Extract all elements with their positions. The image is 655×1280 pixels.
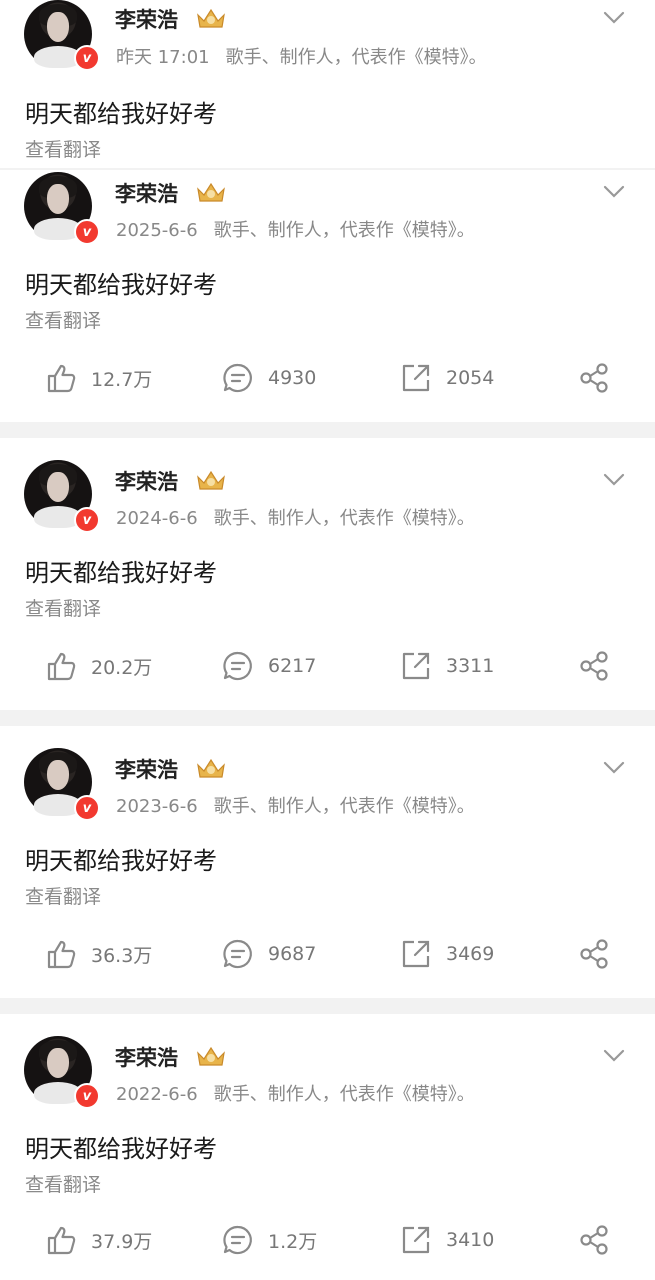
- post-time: 2024-6-6: [116, 508, 198, 529]
- repost-button[interactable]: 3410: [400, 1224, 494, 1256]
- comment-icon: [223, 363, 252, 393]
- verified-icon: v: [74, 507, 100, 533]
- like-icon: [47, 1226, 76, 1255]
- comment-button[interactable]: 9687: [222, 938, 316, 970]
- post-card: v 李荣浩 昨天 17:01 歌手、制作人，代表作《模特》。 明天都给我好好考 查…: [0, 0, 655, 168]
- post-meta: 2024-6-6 歌手、制作人，代表作《模特》。: [116, 504, 475, 530]
- like-button[interactable]: 36.3万: [45, 938, 152, 970]
- like-count: 37.9万: [91, 1230, 153, 1253]
- post-card: v 李荣浩 2023-6-6 歌手、制作人，代表作《模特》。 明天都给我好好考 查…: [0, 748, 655, 996]
- share-icon[interactable]: [578, 362, 610, 394]
- like-icon: [47, 652, 76, 681]
- divider: [0, 422, 655, 438]
- share-icon[interactable]: [578, 1224, 610, 1256]
- like-button[interactable]: 20.2万: [45, 650, 152, 682]
- translate-link[interactable]: 查看翻译: [25, 594, 101, 621]
- verified-icon: v: [74, 795, 100, 821]
- repost-count: 2054: [446, 367, 495, 389]
- chevron-down-icon[interactable]: [603, 185, 625, 199]
- post-meta: 2022-6-6 歌手、制作人，代表作《模特》。: [116, 1080, 475, 1106]
- like-count: 20.2万: [91, 656, 153, 679]
- author-bio: 歌手、制作人，代表作《模特》。: [213, 796, 475, 817]
- post-card: v 李荣浩 2024-6-6 歌手、制作人，代表作《模特》。 明天都给我好好考 查…: [0, 460, 655, 708]
- repost-count: 3410: [446, 1229, 495, 1251]
- chevron-down-icon[interactable]: [603, 11, 625, 25]
- crown-icon: [197, 470, 225, 490]
- repost-count: 3311: [446, 655, 495, 677]
- author-name[interactable]: 李荣浩: [115, 178, 178, 208]
- crown-icon: [197, 182, 225, 202]
- author-name[interactable]: 李荣浩: [115, 466, 178, 496]
- like-count: 36.3万: [91, 944, 153, 967]
- translate-link[interactable]: 查看翻译: [25, 1170, 101, 1197]
- comment-button[interactable]: 6217: [222, 650, 316, 682]
- comment-count: 9687: [268, 943, 317, 965]
- comment-count: 6217: [268, 655, 317, 677]
- divider: [0, 168, 655, 170]
- repost-count: 3469: [446, 943, 495, 965]
- post-time: 2022-6-6: [116, 1084, 198, 1105]
- post-meta: 2023-6-6 歌手、制作人，代表作《模特》。: [116, 792, 475, 818]
- comment-count: 1.2万: [268, 1230, 318, 1253]
- share-icon[interactable]: [578, 938, 610, 970]
- translate-link[interactable]: 查看翻译: [25, 135, 101, 162]
- author-bio: 歌手、制作人，代表作《模特》。: [213, 220, 475, 241]
- author-bio: 歌手、制作人，代表作《模特》。: [225, 47, 487, 68]
- verified-icon: v: [74, 45, 100, 71]
- author-name[interactable]: 李荣浩: [115, 4, 178, 34]
- divider: [0, 998, 655, 1014]
- post-text: 明天都给我好好考: [25, 847, 217, 875]
- author-name[interactable]: 李荣浩: [115, 1042, 178, 1072]
- post-time: 2025-6-6: [116, 220, 198, 241]
- share-icon[interactable]: [578, 650, 610, 682]
- chevron-down-icon[interactable]: [603, 761, 625, 775]
- post-text: 明天都给我好好考: [25, 1135, 217, 1163]
- divider: [0, 710, 655, 726]
- author-name[interactable]: 李荣浩: [115, 754, 178, 784]
- repost-button[interactable]: 2054: [400, 362, 494, 394]
- comment-icon: [223, 1225, 252, 1255]
- post-text: 明天都给我好好考: [25, 271, 217, 299]
- post-time: 昨天 17:01: [116, 47, 210, 68]
- verified-icon: v: [74, 1083, 100, 1109]
- post-card: v 李荣浩 2022-6-6 歌手、制作人，代表作《模特》。 明天都给我好好考 查…: [0, 1036, 655, 1280]
- like-count: 12.7万: [91, 368, 153, 391]
- like-icon: [47, 940, 76, 969]
- repost-icon: [402, 364, 430, 392]
- comment-count: 4930: [268, 367, 317, 389]
- repost-button[interactable]: 3311: [400, 650, 494, 682]
- crown-icon: [197, 1046, 225, 1066]
- post-meta: 昨天 17:01 歌手、制作人，代表作《模特》。: [116, 43, 487, 69]
- post-card: v 李荣浩 2025-6-6 歌手、制作人，代表作《模特》。 明天都给我好好考 查…: [0, 172, 655, 420]
- author-bio: 歌手、制作人，代表作《模特》。: [213, 1084, 475, 1105]
- repost-icon: [402, 940, 430, 968]
- repost-icon: [402, 1226, 430, 1254]
- verified-icon: v: [74, 219, 100, 245]
- like-icon: [47, 364, 76, 393]
- comment-button[interactable]: 1.2万: [222, 1224, 317, 1256]
- like-button[interactable]: 12.7万: [45, 362, 152, 394]
- crown-icon: [197, 758, 225, 778]
- repost-button[interactable]: 3469: [400, 938, 494, 970]
- like-button[interactable]: 37.9万: [45, 1224, 152, 1256]
- post-text: 明天都给我好好考: [25, 100, 217, 128]
- crown-icon: [197, 8, 225, 28]
- translate-link[interactable]: 查看翻译: [25, 882, 101, 909]
- comment-button[interactable]: 4930: [222, 362, 316, 394]
- author-bio: 歌手、制作人，代表作《模特》。: [213, 508, 475, 529]
- chevron-down-icon[interactable]: [603, 1049, 625, 1063]
- translate-link[interactable]: 查看翻译: [25, 306, 101, 333]
- comment-icon: [223, 939, 252, 969]
- post-text: 明天都给我好好考: [25, 559, 217, 587]
- post-time: 2023-6-6: [116, 796, 198, 817]
- comment-icon: [223, 651, 252, 681]
- chevron-down-icon[interactable]: [603, 473, 625, 487]
- repost-icon: [402, 652, 430, 680]
- post-meta: 2025-6-6 歌手、制作人，代表作《模特》。: [116, 216, 475, 242]
